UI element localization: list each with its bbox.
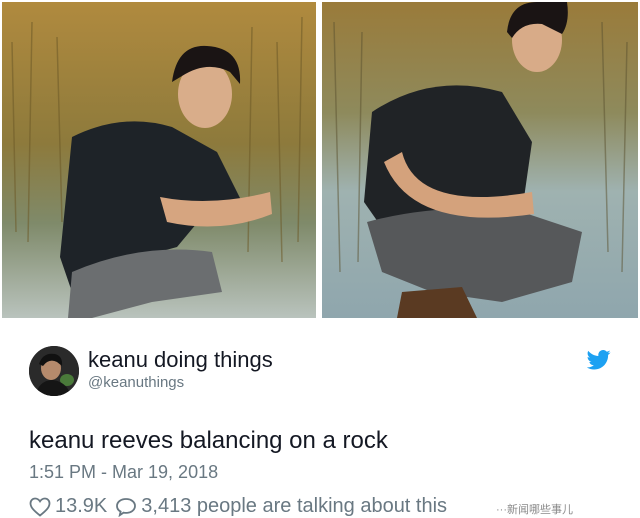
reply-button[interactable]: 3,413 people are talking about this [115,495,447,518]
like-count: 13.9K [55,495,108,517]
reply-text: 3,413 people are talking about this [141,495,448,517]
tweet-text: keanu reeves balancing on a rock [29,427,388,454]
tweet-actions: 13.9K 3,413 people are talking about thi… [29,495,447,518]
tweet-timestamp[interactable]: 1:51 PM - Mar 19, 2018 [29,462,218,483]
photo-keanu-crouching-right[interactable] [322,2,638,318]
heart-icon [29,497,51,517]
photo-keanu-crouching-left[interactable] [2,2,316,318]
author-handle[interactable]: @keanuthings [88,374,184,391]
photo-grid [0,0,640,320]
like-button[interactable]: 13.9K [29,495,107,518]
speech-bubble-icon [116,497,137,517]
twitter-bird-icon[interactable] [586,350,611,370]
author-avatar[interactable] [29,346,79,396]
author-name[interactable]: keanu doing things [88,347,273,373]
source-watermark: ···新闻哪些事儿 [492,500,577,518]
